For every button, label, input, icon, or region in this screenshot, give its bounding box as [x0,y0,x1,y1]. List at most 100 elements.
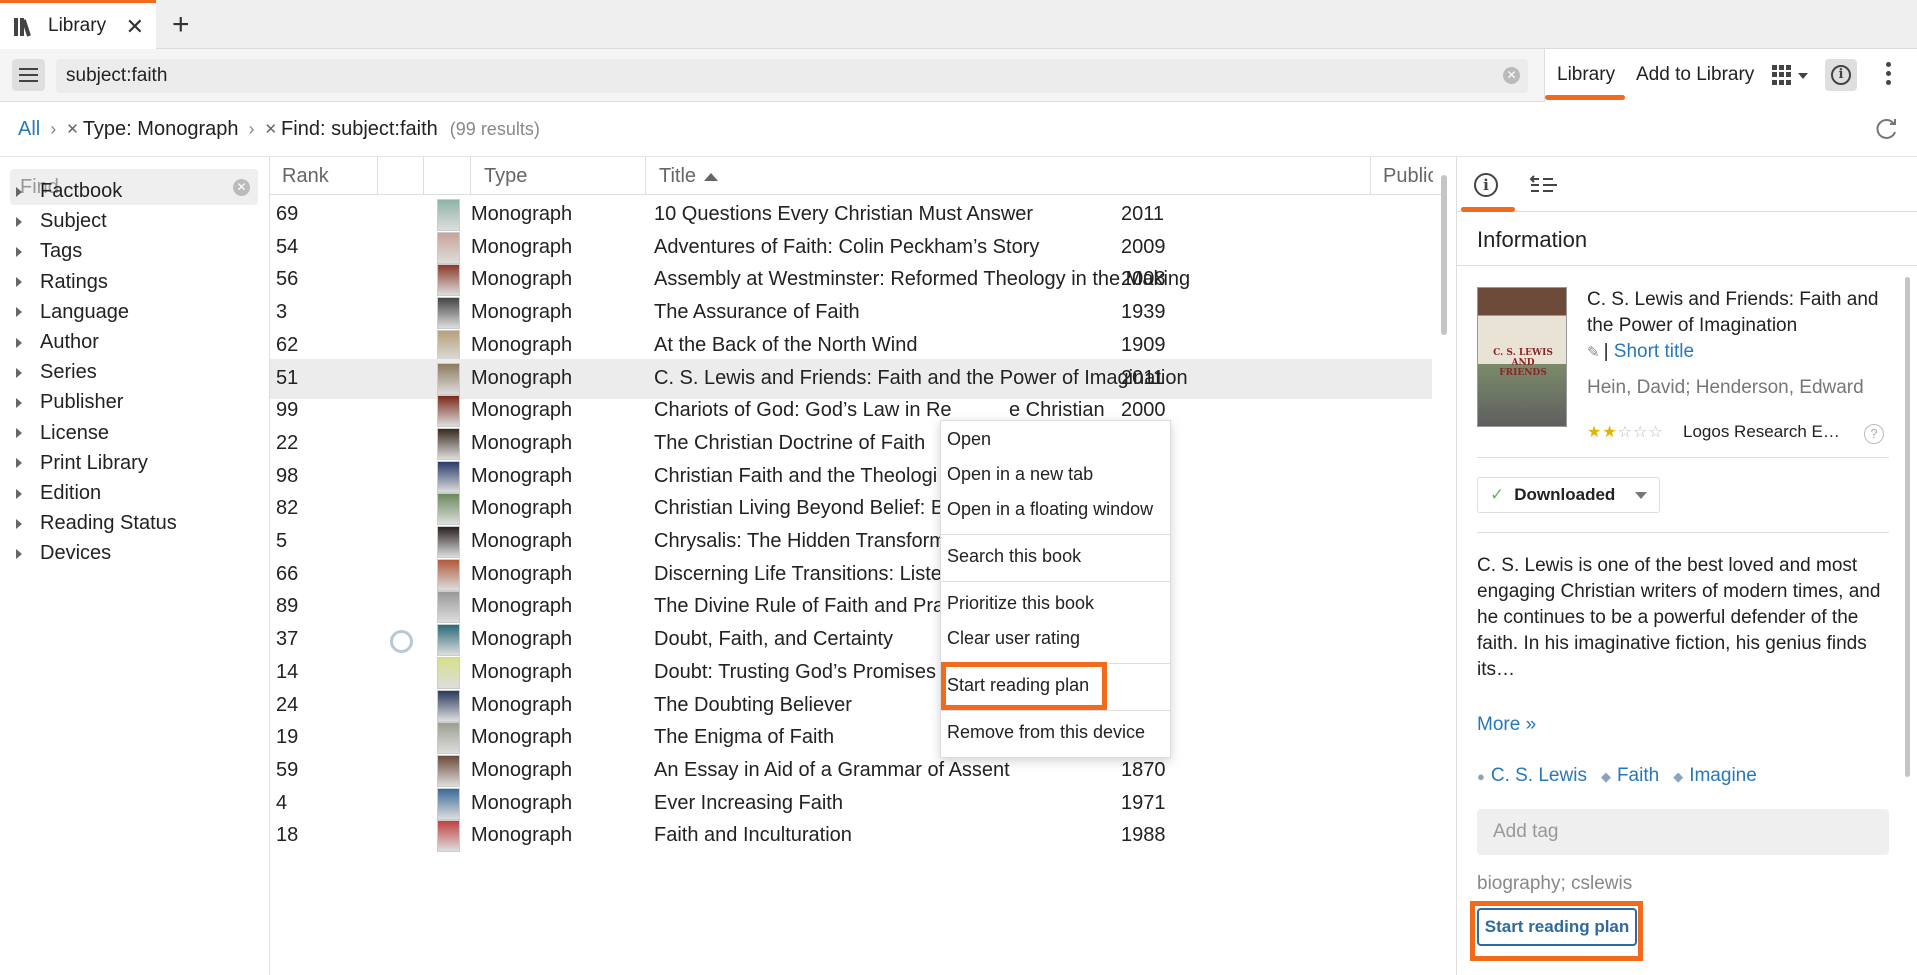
cell-rank: 62 [276,333,299,356]
facet-edition[interactable]: Edition [16,482,101,505]
topic-author-link[interactable]: ● C. S. Lewis [1477,765,1587,787]
cell-type: Monograph [471,824,573,847]
clear-search-icon[interactable]: ✕ [1503,67,1520,84]
grid-view-icon[interactable] [1772,65,1794,85]
facet-subject[interactable]: Subject [16,210,107,233]
book-thumbnail [437,264,460,297]
tab-strip: Library ✕ + [0,0,1917,49]
remove-filter-icon[interactable]: ✕ [66,120,79,138]
menu-item-open-floating[interactable]: Open in a floating window [947,499,1153,520]
cell-rank: 89 [276,595,299,618]
breadcrumb-type-filter[interactable]: Type: Monograph [83,118,239,141]
book-thumbnail [437,427,460,460]
add-tab-icon[interactable]: + [172,8,190,42]
topic-faith-link[interactable]: ◆ Faith [1601,765,1659,787]
table-scrollbar[interactable] [1441,175,1447,335]
book-cover[interactable]: C. S. LEWIS AND FRIENDS [1477,287,1567,427]
menu-item-clear-rating[interactable]: Clear user rating [947,628,1080,649]
tab-library[interactable]: Library ✕ [0,0,156,49]
download-status-button[interactable]: ✓ Downloaded [1477,477,1660,513]
facet-publisher[interactable]: Publisher [16,391,123,414]
menu-item-search-book[interactable]: Search this book [947,546,1081,567]
book-thumbnail [437,689,460,722]
facet-label: Factbook [40,180,123,202]
start-reading-plan-button[interactable]: Start reading plan [1477,908,1637,946]
menu-item-prioritize[interactable]: Prioritize this book [947,593,1094,614]
more-link[interactable]: More » [1477,714,1536,736]
facet-series[interactable]: Series [16,361,97,384]
view-library-tab[interactable]: Library [1557,64,1615,86]
clear-filter-icon[interactable]: ✕ [233,179,250,196]
book-thumbnail [437,460,460,493]
cell-title: The Doubting Believer [654,693,852,716]
column-title[interactable]: Title [659,165,719,188]
cell-type: Monograph [471,431,573,454]
highlight-box [941,662,1107,710]
cell-title: Faith and Inculturation [654,824,852,847]
menu-item-remove-from-device[interactable]: Remove from this device [947,722,1145,743]
facet-ratings[interactable]: Ratings [16,271,108,294]
search-input[interactable] [66,65,1466,87]
breadcrumb-all[interactable]: All [18,118,40,141]
cell-title: Ever Increasing Faith [654,791,843,814]
column-rank[interactable]: Rank [282,165,329,188]
remove-filter-icon[interactable]: ✕ [264,120,277,138]
hamburger-menu-button[interactable] [12,59,45,91]
cell-type: Monograph [471,595,573,618]
library-icon [14,16,38,37]
info-panel-scrollbar[interactable] [1905,277,1910,777]
cell-rank: 66 [276,562,299,585]
breadcrumb-find-filter[interactable]: Find: subject:faith [281,118,438,141]
facet-label: Subject [40,210,107,233]
check-icon: ✓ [1490,485,1505,504]
short-title-link[interactable]: Short title [1614,341,1694,362]
expand-triangle-icon [16,397,22,408]
book-thumbnail [437,329,460,362]
book-thumbnail [437,493,460,526]
cell-title: Chariots of God: God’s Law in Re [654,399,952,422]
table-header: Rank Type Title Publica [270,157,1442,195]
facet-reading-status[interactable]: Reading Status [16,512,177,535]
facet-author[interactable]: Author [16,331,99,354]
column-type[interactable]: Type [484,165,527,188]
cell-title: Christian Living Beyond Belief: B [654,497,945,520]
tab-information[interactable]: i [1457,157,1515,212]
book-thumbnail [437,820,460,853]
book-thumbnail [437,558,460,591]
more-options-icon[interactable] [1885,62,1891,85]
cell-publication-date: 1988 [1121,824,1166,847]
cell-type: Monograph [471,562,573,585]
help-icon[interactable]: ? [1864,424,1884,444]
facet-devices[interactable]: Devices [16,542,111,565]
refresh-icon[interactable] [1873,116,1899,142]
facet-label: Author [40,331,99,353]
column-publication-date[interactable]: Publica [1383,165,1433,188]
topic-imagine-link[interactable]: ◆ Imagine [1673,765,1757,787]
cell-type: Monograph [471,660,573,683]
cell-type: Monograph [471,464,573,487]
add-tag-input[interactable] [1493,821,1873,843]
pencil-icon[interactable]: ✎ [1587,344,1600,361]
view-tabs: Library Add to Library i [1544,49,1917,102]
star-rating[interactable]: ★★☆☆☆ [1587,422,1664,442]
close-icon[interactable]: ✕ [126,14,144,40]
facet-license[interactable]: License [16,422,109,445]
cell-type: Monograph [471,366,573,389]
book-description: C. S. Lewis is one of the best loved and… [1477,555,1881,680]
menu-item-open-new-tab[interactable]: Open in a new tab [947,464,1093,485]
chevron-down-icon[interactable] [1798,73,1808,79]
menu-item-open[interactable]: Open [947,429,991,450]
info-icon: i [1831,65,1851,85]
links-icon[interactable] [1529,173,1559,197]
facet-tags[interactable]: Tags [16,240,82,263]
info-button[interactable]: i [1825,59,1857,91]
results-count: (99 results) [449,118,540,139]
cell-rank: 18 [276,824,299,847]
table-row[interactable]: 18 Monograph Faith and Inculturation 1988 [270,816,1432,856]
add-to-library-tab[interactable]: Add to Library [1636,64,1754,86]
facet-print-library[interactable]: Print Library [16,452,148,475]
cell-title: Adventures of Faith: Colin Peckham’s Sto… [654,235,1040,258]
facet-factbook[interactable]: Factbook [16,180,122,203]
facet-language[interactable]: Language [16,301,129,324]
cell-rank: 19 [276,726,299,749]
